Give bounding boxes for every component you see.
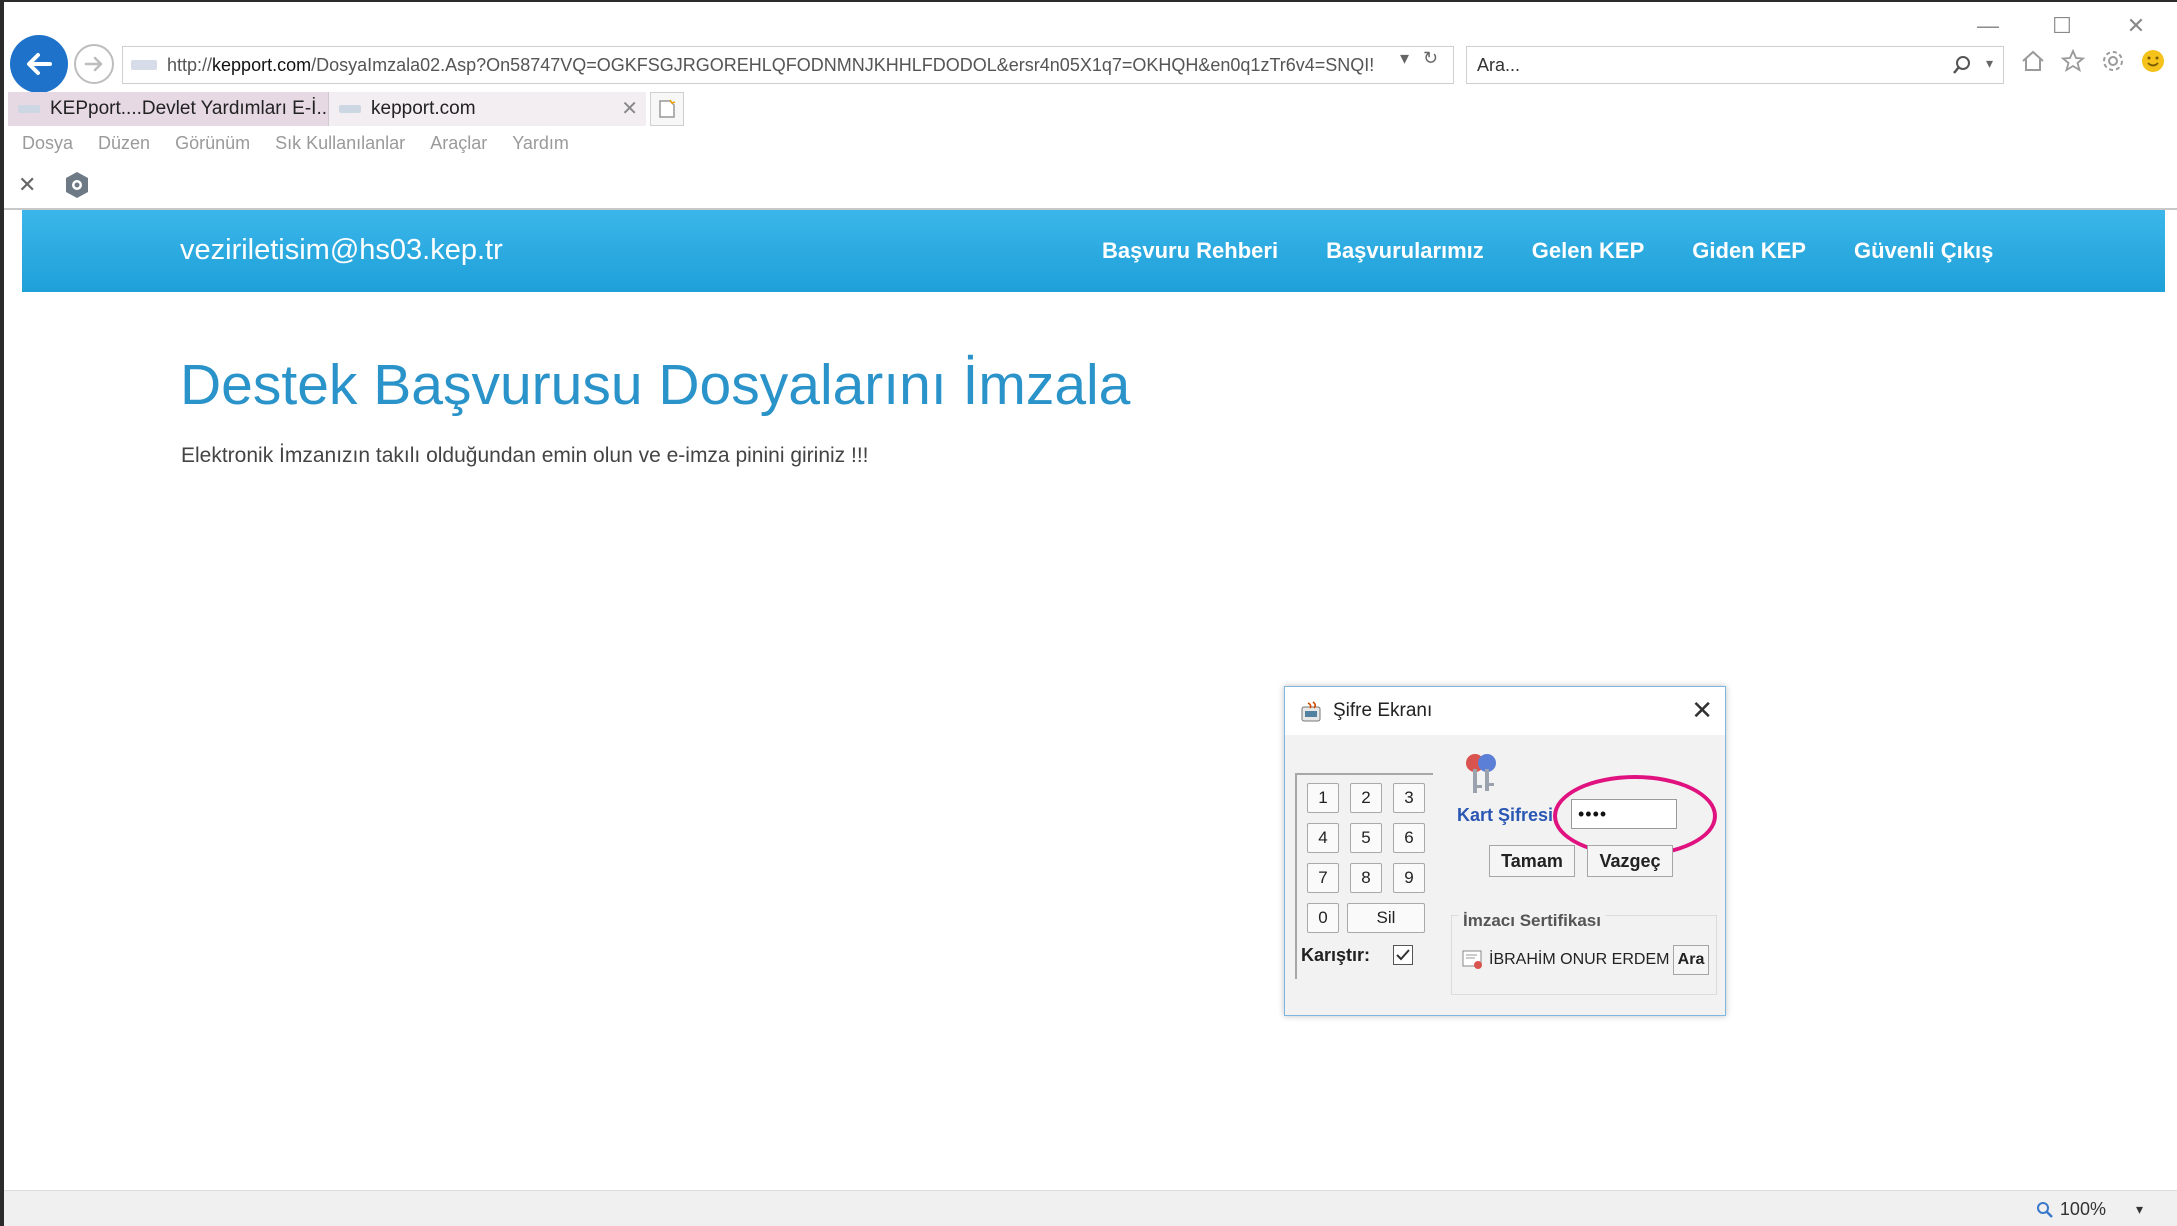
menu-item-yardim[interactable]: Yardım [512, 133, 569, 154]
site-header: veziriletisim@hs03.kep.tr Başvuru Rehber… [22, 210, 2165, 292]
tab-label: KEPport....Devlet Yardımları E-İ... [50, 98, 333, 119]
checkmark-icon [1396, 949, 1410, 961]
search-icon[interactable] [1951, 54, 1973, 76]
arrow-right-icon [84, 56, 103, 72]
cancel-button[interactable]: Vazgeç [1587, 845, 1673, 877]
address-bar[interactable]: http://kepport.com/DosyaImzala02.Asp?On5… [122, 46, 1454, 84]
window-frame-left [0, 0, 4, 1226]
nav-gelen-kep[interactable]: Gelen KEP [1532, 238, 1644, 264]
chevron-down-icon[interactable]: ▾ [2136, 1201, 2143, 1218]
tab-favicon [18, 105, 40, 113]
url-prefix: http:// [167, 54, 213, 75]
search-placeholder: Ara... [1477, 54, 1521, 75]
window-frame-top [0, 0, 2177, 2]
minimize-button[interactable]: — [1969, 12, 2007, 40]
nav-giden-kep[interactable]: Giden KEP [1692, 238, 1806, 264]
key-6[interactable]: 6 [1393, 823, 1425, 853]
url-domain: kepport.com [212, 54, 312, 75]
key-2[interactable]: 2 [1350, 783, 1382, 813]
keys-icon [1466, 754, 1496, 793]
forward-button[interactable] [74, 44, 114, 84]
page-instructions: Elektronik İmzanızın takılı olduğundan e… [181, 444, 869, 467]
pin-dialog: Şifre Ekranı ✕ 1 2 3 4 5 6 7 8 9 0 Sil K… [1284, 686, 1726, 1016]
arrow-left-icon [27, 53, 52, 75]
pin-label: Kart Şifresi: [1457, 805, 1560, 825]
menu-bar: Dosya Düzen Görünüm Sık Kullanılanlar Ar… [22, 133, 569, 154]
star-icon[interactable] [2060, 48, 2086, 74]
nav-basvurularimiz[interactable]: Başvurularımız [1326, 238, 1484, 264]
url-path: /DosyaImzala02.Asp?On58747VQ=OGKFSGJRGOR… [311, 54, 1375, 75]
browser-toolbar-icons [2020, 48, 2166, 74]
addon-gear-icon[interactable] [62, 170, 92, 200]
smiley-icon[interactable] [2140, 48, 2166, 74]
key-8[interactable]: 8 [1350, 863, 1382, 893]
page-title: Destek Başvurusu Dosyalarını İmzala [180, 353, 1131, 417]
nav-basvuru-rehberi[interactable]: Başvuru Rehberi [1102, 238, 1278, 264]
tab-favicon [339, 105, 361, 113]
gear-icon[interactable] [2100, 48, 2126, 74]
close-icon[interactable]: ✕ [621, 96, 638, 121]
menu-item-dosya[interactable]: Dosya [22, 133, 73, 154]
key-1[interactable]: 1 [1307, 783, 1339, 813]
menu-item-gorunum[interactable]: Görünüm [175, 133, 250, 154]
key-5[interactable]: 5 [1350, 823, 1382, 853]
menu-item-favorites[interactable]: Sık Kullanılanlar [275, 133, 405, 154]
key-3[interactable]: 3 [1393, 783, 1425, 813]
ok-button[interactable]: Tamam [1489, 845, 1575, 877]
back-button[interactable] [10, 35, 68, 93]
tab-strip: KEPport....Devlet Yardımları E-İ... kepp… [8, 92, 684, 126]
shuffle-checkbox[interactable] [1393, 945, 1413, 965]
key-4[interactable]: 4 [1307, 823, 1339, 853]
maximize-button[interactable]: ☐ [2043, 12, 2081, 40]
key-7[interactable]: 7 [1307, 863, 1339, 893]
nav-guvenli-cikis[interactable]: Güvenli Çıkış [1854, 238, 1993, 264]
dialog-title: Şifre Ekranı [1333, 700, 1433, 721]
certificate-group-label: İmzacı Sertifikası [1459, 911, 1605, 931]
key-0[interactable]: 0 [1307, 903, 1339, 933]
new-tab-icon [659, 99, 676, 118]
key-delete[interactable]: Sil [1347, 903, 1425, 933]
menu-item-duzen[interactable]: Düzen [98, 133, 150, 154]
chevron-down-icon[interactable]: ▾ [1986, 55, 1993, 72]
dialog-titlebar[interactable]: Şifre Ekranı ✕ [1285, 687, 1725, 735]
address-controls: ▾ ↻ [1400, 48, 1438, 69]
chevron-down-icon[interactable]: ▾ [1400, 48, 1409, 69]
zoom-level: 100% [2059, 1199, 2106, 1219]
menu-item-araclar[interactable]: Araçlar [430, 133, 487, 154]
close-icon[interactable]: ✕ [18, 172, 36, 198]
tab-kepport-devlet[interactable]: KEPport....Devlet Yardımları E-İ... [8, 92, 332, 126]
refresh-icon[interactable]: ↻ [1423, 48, 1438, 69]
close-window-button[interactable]: ✕ [2117, 12, 2155, 40]
dialog-close-button[interactable]: ✕ [1691, 695, 1713, 726]
key-9[interactable]: 9 [1393, 863, 1425, 893]
certificate-search-button[interactable]: Ara [1673, 945, 1709, 975]
search-input[interactable]: Ara... ▾ [1466, 46, 2004, 84]
home-icon[interactable] [2020, 48, 2046, 74]
site-nav: Başvuru Rehberi Başvurularımız Gelen KEP… [1102, 238, 1993, 264]
shuffle-label: Karıştır: [1301, 945, 1371, 965]
tab-kepport-com[interactable]: kepport.com ✕ [328, 92, 646, 126]
certificate-name: İBRAHİM ONUR ERDEM [1489, 951, 1670, 968]
tab-label: kepport.com [371, 98, 476, 119]
zoom-control[interactable]: 100% ▾ [2036, 1199, 2143, 1220]
user-email: veziriletisim@hs03.kep.tr [180, 234, 503, 266]
certificate-icon [1462, 950, 1482, 969]
zoom-icon [2036, 1201, 2053, 1218]
status-bar: 100% ▾ [4, 1190, 2177, 1226]
site-favicon [131, 60, 157, 70]
java-icon [1301, 701, 1321, 722]
window-controls: — ☐ ✕ [1969, 12, 2155, 40]
command-bar: ✕ [18, 170, 92, 200]
new-tab-button[interactable] [650, 92, 684, 126]
